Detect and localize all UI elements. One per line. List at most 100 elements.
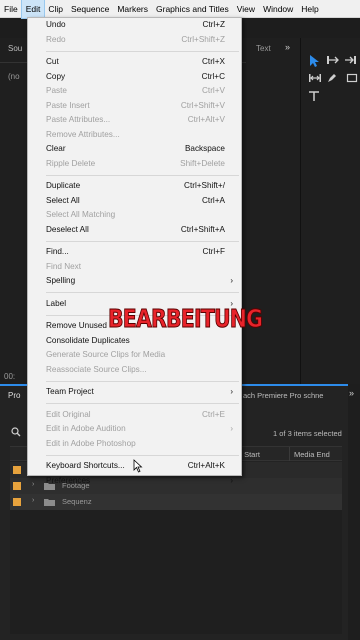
menu-item-shortcut: Ctrl+C [201,71,225,81]
submenu-arrow-icon: › [230,387,233,396]
menu-item-select-all[interactable]: Select All Ctrl+A [28,194,241,209]
menu-item-paste[interactable]: Paste Ctrl+V [28,84,241,99]
panel-menu-icon[interactable]: » [349,388,354,398]
pen-tool-icon[interactable] [326,72,338,84]
menu-item-label: Paste Attributes... [46,115,111,124]
right-panel: Text » [246,38,360,384]
menu-item-generate-source-clips-for-media[interactable]: Generate Source Clips for Media [28,348,241,363]
menu-sequence[interactable]: Sequence [67,0,113,18]
project-panel-tab[interactable]: Pro [8,391,20,400]
menu-item-preferences[interactable]: Preferences › [28,474,241,489]
menu-item-select-all-matching[interactable]: Select All Matching [28,208,241,223]
type-tool-icon[interactable] [308,90,320,102]
no-clip-label: (no [8,72,20,81]
menu-item-shortcut: Ctrl+Shift+/ [184,181,225,190]
menu-separator [46,292,239,293]
folder-icon [44,498,55,506]
menu-item-label: Preferences [46,475,91,485]
submenu-arrow-icon: › [230,475,233,485]
menu-item-label: Duplicate [46,181,81,190]
menu-item-label: Reassociate Source Clips... [46,364,147,374]
menu-item-deselect-all[interactable]: Deselect All Ctrl+Shift+A [28,223,241,238]
menu-item-label: Generate Source Clips for Media [46,350,166,359]
source-panel-tab[interactable]: Sou [8,44,22,53]
edit-menu-dropdown: Undo Ctrl+Z Redo Ctrl+Shift+Z Cut Ctrl+X Copy C… [27,17,242,485]
menu-item-redo[interactable]: Redo Ctrl+Shift+Z [28,33,241,48]
menu-item-remove-attributes[interactable]: Remove Attributes... [28,128,241,143]
submenu-arrow-icon: › [230,276,233,285]
menu-file[interactable]: File [0,0,22,18]
column-media-end[interactable]: Media End [294,450,330,459]
menu-item-shortcut: Shift+Delete [180,158,225,168]
menu-item-paste-attributes[interactable]: Paste Attributes... Ctrl+Alt+V [28,113,241,128]
menu-item-label: Paste Insert [46,100,90,110]
label-color-swatch [13,466,21,474]
menu-item-duplicate[interactable]: Duplicate Ctrl+Shift+/ [28,179,241,194]
menu-item-edit-in-adobe-audition[interactable]: Edit in Adobe Audition › [28,422,241,437]
search-tab[interactable]: ach Premiere Pro schne [243,391,323,400]
menu-item-label: Cut [46,57,59,66]
menu-separator [46,50,239,52]
menu-item-shortcut: Ctrl+E [202,409,225,419]
menu-separator [46,380,239,382]
menu-item-label: Keyboard Shortcuts... [46,461,125,470]
menu-item-label: Ripple Delete [46,158,96,168]
expand-chevron-icon[interactable]: › [32,497,34,504]
menu-markers[interactable]: Markers [113,0,152,18]
table-row[interactable]: › Sequenz [10,494,342,510]
source-timecode: 00: [4,372,16,381]
ripple-edit-tool-icon[interactable] [344,54,358,66]
menu-item-cut[interactable]: Cut Ctrl+X [28,55,241,70]
menu-clip[interactable]: Clip [44,0,67,18]
overlay-caption: BEARBEITUNG [108,304,264,334]
label-color-swatch [13,498,21,506]
menu-view[interactable]: View [233,0,259,18]
menu-item-label: Edit in Adobe Audition [46,424,126,433]
menu-item-label: Copy [46,71,66,81]
menu-item-ripple-delete[interactable]: Ripple Delete Shift+Delete [28,157,241,172]
menu-item-shortcut: Ctrl+Shift+Z [181,34,225,44]
selection-tool-icon[interactable] [308,54,320,68]
menu-help[interactable]: Help [297,0,322,18]
right-edge-panel: » [348,384,360,640]
menu-item-paste-insert[interactable]: Paste Insert Ctrl+Shift+V [28,99,241,114]
label-color-swatch [13,482,21,490]
track-select-tool-icon[interactable] [326,54,340,66]
menu-item-label: Consolidate Duplicates [46,335,130,345]
menu-item-label: Spelling [46,276,76,285]
bin-name: Sequenz [62,497,92,506]
menu-item-label: Team Project [46,387,94,396]
panel-menu-icon[interactable]: » [285,42,290,52]
menu-item-edit-in-adobe-photoshop[interactable]: Edit in Adobe Photoshop [28,437,241,452]
menu-item-undo[interactable]: Undo Ctrl+Z [28,18,241,33]
menu-item-spelling[interactable]: Spelling › [28,274,241,289]
menu-item-edit-original[interactable]: Edit Original Ctrl+E [28,408,241,423]
menu-item-label: Find Next [46,261,82,271]
search-icon[interactable] [11,427,21,437]
menu-item-clear[interactable]: Clear Backspace [28,142,241,157]
rectangle-tool-icon[interactable] [346,72,358,84]
menu-item-team-project[interactable]: Team Project › [28,385,241,400]
menu-separator [46,403,239,404]
menu-item-find[interactable]: Find... Ctrl+F [28,245,241,260]
menu-bar: File Edit Clip Sequence Markers Graphics and … [0,0,360,19]
menu-item-shortcut: Ctrl+A [202,195,225,205]
text-tab[interactable]: Text [256,44,271,53]
menu-item-find-next[interactable]: Find Next [28,260,241,275]
menu-item-label: Undo [46,20,66,29]
menu-graphics-and-titles[interactable]: Graphics and Titles [152,0,233,18]
menu-item-consolidate-duplicates[interactable]: Consolidate Duplicates [28,334,241,349]
menu-item-label: Select All [46,195,80,205]
menu-item-shortcut: Ctrl+X [202,57,225,66]
menu-item-shortcut: Ctrl+Alt+V [187,115,225,124]
menu-separator [46,174,239,176]
menu-edit[interactable]: Edit [20,0,46,19]
rate-stretch-tool-icon[interactable] [308,72,322,84]
menu-item-label: Redo [46,34,66,44]
menu-item-label: Remove Attributes... [46,129,120,139]
menu-item-reassociate-source-clips[interactable]: Reassociate Source Clips... [28,363,241,378]
menu-item-shortcut: Ctrl+Shift+A [180,224,225,234]
menu-window[interactable]: Window [259,0,297,18]
menu-item-label: Label [46,298,67,308]
menu-item-copy[interactable]: Copy Ctrl+C [28,70,241,85]
